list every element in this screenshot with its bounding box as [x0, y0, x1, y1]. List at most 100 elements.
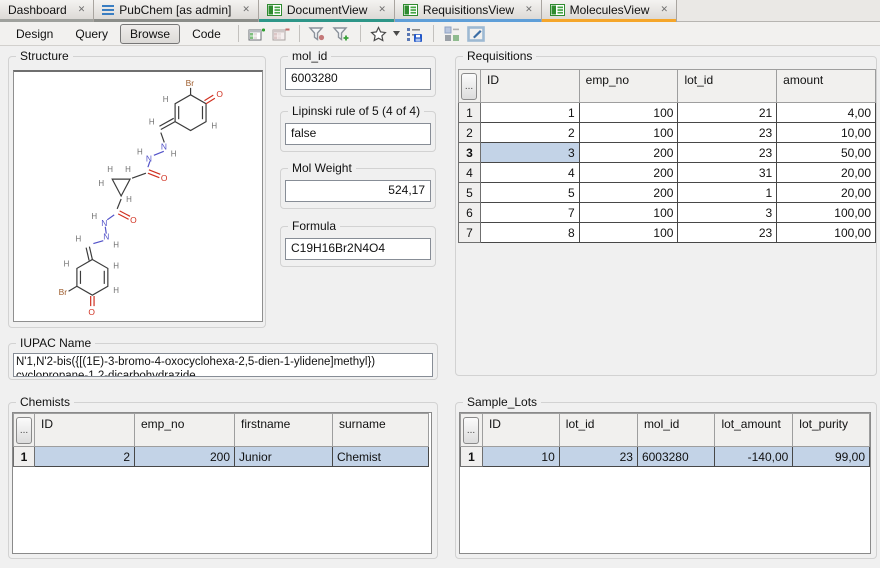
mol-id-group: mol_id 6003280	[280, 56, 436, 97]
cell[interactable]: 5	[480, 183, 579, 203]
column-header-ID[interactable]: ID	[482, 414, 559, 447]
row-header[interactable]: 1	[459, 103, 481, 123]
add-record-icon[interactable]	[246, 24, 268, 44]
column-header-lot_amount[interactable]: lot_amount	[715, 414, 793, 447]
cell[interactable]: 20,00	[777, 163, 876, 183]
cell[interactable]: 23	[678, 223, 777, 243]
column-header-mol_id[interactable]: mol_id	[637, 414, 715, 447]
row-header[interactable]: 4	[459, 163, 481, 183]
cell[interactable]: 100	[579, 103, 678, 123]
cell[interactable]: 6003280	[637, 447, 715, 467]
chevron-down-icon[interactable]	[392, 24, 402, 44]
cell[interactable]: 23	[678, 123, 777, 143]
cell[interactable]: 2	[35, 447, 135, 467]
svg-text:N: N	[146, 153, 152, 163]
filter-add-icon[interactable]	[331, 24, 353, 44]
cell[interactable]: 3	[480, 143, 579, 163]
code-button[interactable]: Code	[182, 24, 231, 44]
cell[interactable]: 20,00	[777, 183, 876, 203]
cell[interactable]: 4	[480, 163, 579, 183]
query-button[interactable]: Query	[65, 24, 118, 44]
cell[interactable]: Chemist	[333, 447, 429, 467]
mol-weight-field[interactable]: 524,17	[285, 180, 431, 202]
cell[interactable]: 4,00	[777, 103, 876, 123]
cell[interactable]: 10	[482, 447, 559, 467]
cell[interactable]: 10,00	[777, 123, 876, 143]
table-corner-button[interactable]: ...	[461, 73, 477, 100]
cell[interactable]: 50,00	[777, 143, 876, 163]
cell[interactable]: 7	[480, 203, 579, 223]
row-header[interactable]: 1	[461, 447, 483, 467]
cell[interactable]: 23	[559, 447, 637, 467]
column-header-emp_no[interactable]: emp_no	[579, 70, 678, 103]
close-icon[interactable]: ✕	[525, 5, 533, 14]
close-icon[interactable]: ✕	[378, 5, 386, 14]
column-header-ID[interactable]: ID	[480, 70, 579, 103]
table-corner-button[interactable]: ...	[16, 417, 32, 444]
close-icon[interactable]: ✕	[242, 5, 250, 14]
tab-requisitionsview[interactable]: RequisitionsView ✕	[395, 0, 542, 22]
browse-button[interactable]: Browse	[120, 24, 180, 44]
row-header[interactable]: 5	[459, 183, 481, 203]
column-header-emp_no[interactable]: emp_no	[135, 414, 235, 447]
tab-moleculesview[interactable]: MoleculesView ✕	[542, 0, 677, 22]
cell[interactable]: 200	[135, 447, 235, 467]
column-header-lot_id[interactable]: lot_id	[559, 414, 637, 447]
svg-text:H: H	[149, 118, 155, 127]
svg-text:H: H	[98, 179, 104, 188]
cell[interactable]: 31	[678, 163, 777, 183]
delete-record-icon[interactable]	[270, 24, 292, 44]
filter-clear-icon[interactable]	[307, 24, 329, 44]
column-header-firstname[interactable]: firstname	[235, 414, 333, 447]
row-header[interactable]: 1	[14, 447, 35, 467]
cell[interactable]: 200	[579, 163, 678, 183]
column-header-surname[interactable]: surname	[333, 414, 429, 447]
column-header-ID[interactable]: ID	[35, 414, 135, 447]
cell[interactable]: 100	[579, 223, 678, 243]
row-header[interactable]: 7	[459, 223, 481, 243]
cell[interactable]: 99,00	[793, 447, 870, 467]
close-icon[interactable]: ✕	[660, 5, 668, 14]
cell[interactable]: 8	[480, 223, 579, 243]
svg-text:H: H	[171, 149, 177, 158]
design-button[interactable]: Design	[6, 24, 63, 44]
cell[interactable]: 23	[678, 143, 777, 163]
column-header-lot_id[interactable]: lot_id	[678, 70, 777, 103]
tab-dashboard[interactable]: Dashboard ✕	[0, 0, 94, 22]
cell[interactable]: Junior	[235, 447, 333, 467]
layout-squares-icon[interactable]	[441, 24, 463, 44]
cell[interactable]: 1	[678, 183, 777, 203]
tab-documentview[interactable]: DocumentView ✕	[259, 0, 395, 22]
column-header-amount[interactable]: amount	[777, 70, 876, 103]
cell[interactable]: 100	[579, 123, 678, 143]
cell[interactable]: 1	[480, 103, 579, 123]
formula-field[interactable]: C19H16Br2N4O4	[285, 238, 431, 260]
cell[interactable]: -140,00	[715, 447, 793, 467]
row-header[interactable]: 6	[459, 203, 481, 223]
cell[interactable]: 200	[579, 143, 678, 163]
cell[interactable]: 100,00	[777, 223, 876, 243]
table-corner-button[interactable]: ...	[463, 417, 479, 444]
cell[interactable]: 200	[579, 183, 678, 203]
tab-label: RequisitionsView	[423, 3, 514, 17]
cell[interactable]: 3	[678, 203, 777, 223]
edit-form-icon[interactable]	[465, 24, 487, 44]
cell[interactable]: 2	[480, 123, 579, 143]
list-save-icon[interactable]	[404, 24, 426, 44]
toolbar-separator	[299, 25, 300, 42]
cell[interactable]: 100,00	[777, 203, 876, 223]
corner-cell: ...	[461, 414, 483, 447]
row-header[interactable]: 3	[459, 143, 481, 163]
lipinski-field[interactable]: false	[285, 123, 431, 145]
tab-pubchem[interactable]: PubChem [as admin] ✕	[94, 0, 259, 22]
row-header[interactable]: 2	[459, 123, 481, 143]
corner-cell: ...	[14, 414, 35, 447]
iupac-name-field[interactable]: N'1,N'2-bis({[(1E)-3-bromo-4-oxocyclohex…	[13, 353, 433, 377]
close-icon[interactable]: ✕	[78, 5, 86, 14]
column-header-lot_purity[interactable]: lot_purity	[793, 414, 870, 447]
mol-id-field[interactable]: 6003280	[285, 68, 431, 90]
cell[interactable]: 21	[678, 103, 777, 123]
cell[interactable]: 100	[579, 203, 678, 223]
favorites-star-icon[interactable]	[368, 24, 390, 44]
toolbar-separator	[433, 25, 434, 42]
